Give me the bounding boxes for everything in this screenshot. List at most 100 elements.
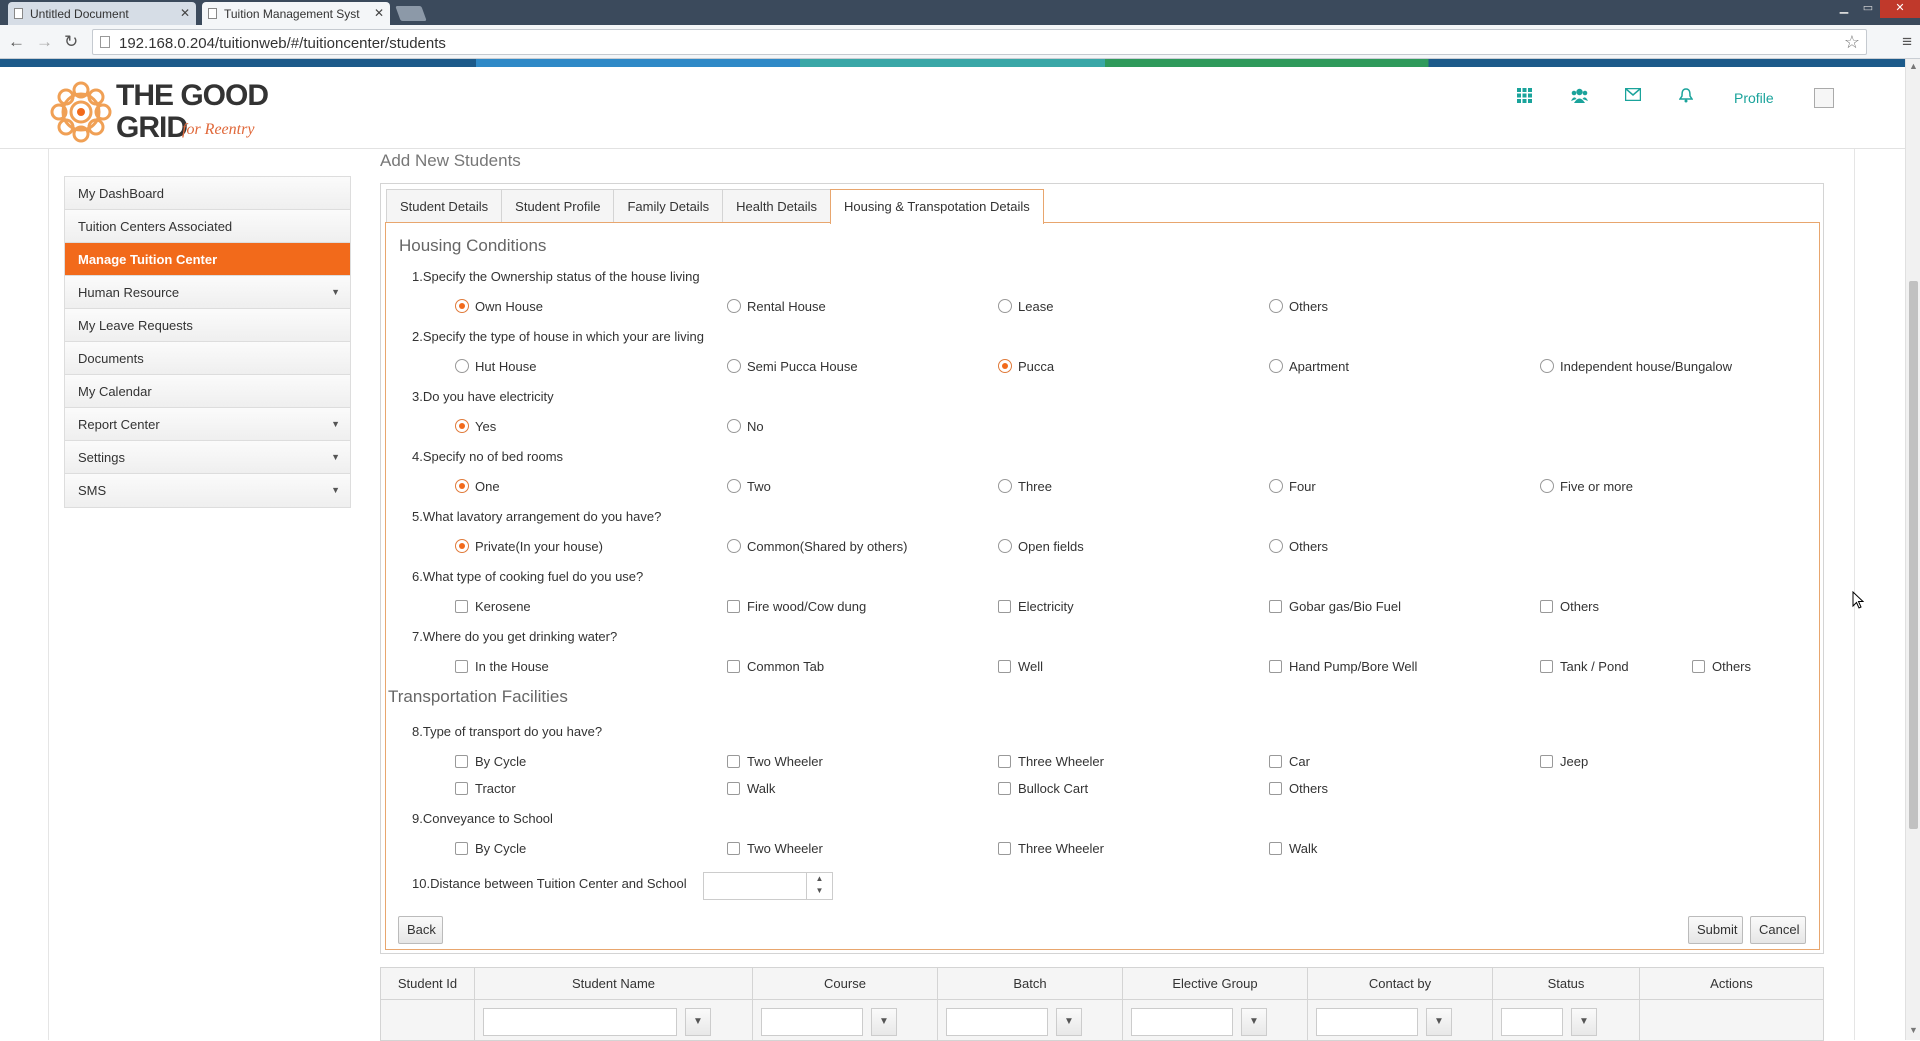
- sidebar-item-dashboard[interactable]: My DashBoard: [65, 177, 350, 210]
- close-tab-icon[interactable]: ✕: [374, 6, 384, 20]
- sidebar-item-calendar[interactable]: My Calendar: [65, 375, 350, 408]
- checkbox[interactable]: [998, 755, 1011, 768]
- radio-bedrooms-four[interactable]: Four: [1269, 479, 1316, 494]
- radio-pucca[interactable]: Pucca: [998, 359, 1054, 374]
- filter-input[interactable]: [483, 1008, 677, 1036]
- radio-unselected[interactable]: [1269, 299, 1283, 313]
- checkbox[interactable]: [1269, 782, 1282, 795]
- submit-button[interactable]: Submit: [1688, 916, 1743, 944]
- checkbox[interactable]: [727, 842, 740, 855]
- sidebar-item-sms[interactable]: SMS ▼: [65, 474, 350, 507]
- filter-icon[interactable]: ▼: [1056, 1008, 1082, 1036]
- filter-input[interactable]: [761, 1008, 863, 1036]
- checkbox[interactable]: [1269, 660, 1282, 673]
- radio-lavatory-others[interactable]: Others: [1269, 539, 1328, 554]
- radio-lavatory-common[interactable]: Common(Shared by others): [727, 539, 907, 554]
- radio-independent-house[interactable]: Independent house/Bungalow: [1540, 359, 1732, 374]
- checkbox-bullock-cart[interactable]: Bullock Cart: [998, 781, 1088, 796]
- radio-unselected[interactable]: [727, 419, 741, 433]
- filter-input[interactable]: [1501, 1008, 1563, 1036]
- radio-unselected[interactable]: [727, 359, 741, 373]
- filter-icon[interactable]: ▼: [685, 1008, 711, 1036]
- radio-selected[interactable]: [998, 359, 1012, 373]
- column-contact-by[interactable]: Contact by: [1308, 968, 1493, 999]
- reload-icon[interactable]: ↻: [64, 32, 78, 52]
- radio-bedrooms-three[interactable]: Three: [998, 479, 1052, 494]
- column-elective-group[interactable]: Elective Group: [1123, 968, 1308, 999]
- sidebar-item-tuition-centers[interactable]: Tuition Centers Associated: [65, 210, 350, 243]
- tab-health-details[interactable]: Health Details: [722, 189, 832, 223]
- checkbox[interactable]: [1540, 755, 1553, 768]
- maximize-icon[interactable]: ▭: [1856, 0, 1880, 18]
- checkbox-car[interactable]: Car: [1269, 754, 1310, 769]
- back-arrow-icon[interactable]: ←: [8, 32, 25, 52]
- checkbox-kerosene[interactable]: Kerosene: [455, 599, 531, 614]
- checkbox[interactable]: [455, 660, 468, 673]
- checkbox-jeep[interactable]: Jeep: [1540, 754, 1588, 769]
- checkbox-conveyance-two-wheeler[interactable]: Two Wheeler: [727, 841, 823, 856]
- bell-icon[interactable]: [1678, 88, 1694, 107]
- checkbox-two-wheeler[interactable]: Two Wheeler: [727, 754, 823, 769]
- checkbox-well[interactable]: Well: [998, 659, 1043, 674]
- checkbox-firewood[interactable]: Fire wood/Cow dung: [727, 599, 866, 614]
- checkbox[interactable]: [998, 842, 1011, 855]
- column-batch[interactable]: Batch: [938, 968, 1123, 999]
- checkbox[interactable]: [1540, 600, 1553, 613]
- checkbox[interactable]: [455, 782, 468, 795]
- radio-unselected[interactable]: [1269, 359, 1283, 373]
- column-status[interactable]: Status: [1493, 968, 1640, 999]
- checkbox-hand-pump[interactable]: Hand Pump/Bore Well: [1269, 659, 1417, 674]
- radio-unselected[interactable]: [998, 299, 1012, 313]
- radio-apartment[interactable]: Apartment: [1269, 359, 1349, 374]
- sidebar-item-settings[interactable]: Settings ▼: [65, 441, 350, 474]
- filter-icon[interactable]: ▼: [1241, 1008, 1267, 1036]
- page-scrollbar[interactable]: ▲ ▼: [1905, 59, 1920, 1040]
- minimize-icon[interactable]: ▁: [1832, 0, 1856, 18]
- checkbox[interactable]: [1269, 600, 1282, 613]
- checkbox[interactable]: [455, 755, 468, 768]
- checkbox-by-cycle[interactable]: By Cycle: [455, 754, 526, 769]
- radio-unselected[interactable]: [998, 479, 1012, 493]
- radio-unselected[interactable]: [1269, 479, 1283, 493]
- cancel-button[interactable]: Cancel: [1750, 916, 1806, 944]
- radio-lease[interactable]: Lease: [998, 299, 1053, 314]
- radio-unselected[interactable]: [1540, 479, 1554, 493]
- checkbox-common-tab[interactable]: Common Tab: [727, 659, 824, 674]
- radio-unselected[interactable]: [727, 479, 741, 493]
- radio-unselected[interactable]: [1540, 359, 1554, 373]
- checkbox[interactable]: [1540, 660, 1553, 673]
- checkbox[interactable]: [727, 755, 740, 768]
- column-student-id[interactable]: Student Id: [381, 968, 475, 999]
- checkbox[interactable]: [727, 782, 740, 795]
- radio-electricity-yes[interactable]: Yes: [455, 419, 496, 434]
- back-button[interactable]: Back: [398, 916, 443, 944]
- checkbox[interactable]: [1269, 842, 1282, 855]
- sidebar-item-leave-requests[interactable]: My Leave Requests: [65, 309, 350, 342]
- sidebar-item-manage-tuition-center[interactable]: Manage Tuition Center: [65, 243, 350, 276]
- sidebar-item-report-center[interactable]: Report Center ▼: [65, 408, 350, 441]
- forward-arrow-icon[interactable]: →: [36, 32, 53, 52]
- stepper-down-icon[interactable]: ▼: [807, 885, 832, 897]
- checkbox-tank-pond[interactable]: Tank / Pond: [1540, 659, 1629, 674]
- radio-selected[interactable]: [455, 479, 469, 493]
- profile-link[interactable]: Profile: [1734, 90, 1774, 106]
- stepper-up-icon[interactable]: ▲: [807, 873, 832, 885]
- number-stepper[interactable]: ▲ ▼: [806, 873, 832, 899]
- checkbox[interactable]: [727, 600, 740, 613]
- radio-bedrooms-one[interactable]: One: [455, 479, 500, 494]
- tab-family-details[interactable]: Family Details: [613, 189, 724, 223]
- radio-unselected[interactable]: [998, 539, 1012, 553]
- sidebar-item-documents[interactable]: Documents: [65, 342, 350, 375]
- sidebar-item-human-resource[interactable]: Human Resource ▼: [65, 276, 350, 309]
- checkbox[interactable]: [998, 782, 1011, 795]
- scroll-down-icon[interactable]: ▼: [1909, 1025, 1918, 1035]
- checkbox[interactable]: [455, 600, 468, 613]
- radio-unselected[interactable]: [455, 359, 469, 373]
- users-icon[interactable]: [1571, 88, 1588, 107]
- bookmark-star-icon[interactable]: ☆: [1844, 32, 1860, 53]
- distance-input[interactable]: ▲ ▼: [703, 872, 833, 900]
- tab-housing-transport[interactable]: Housing & Transpotation Details: [830, 189, 1044, 224]
- radio-own-house[interactable]: Own House: [455, 299, 543, 314]
- close-window-icon[interactable]: ✕: [1880, 0, 1920, 18]
- browser-tab-untitled[interactable]: Untitled Document ✕: [8, 2, 196, 25]
